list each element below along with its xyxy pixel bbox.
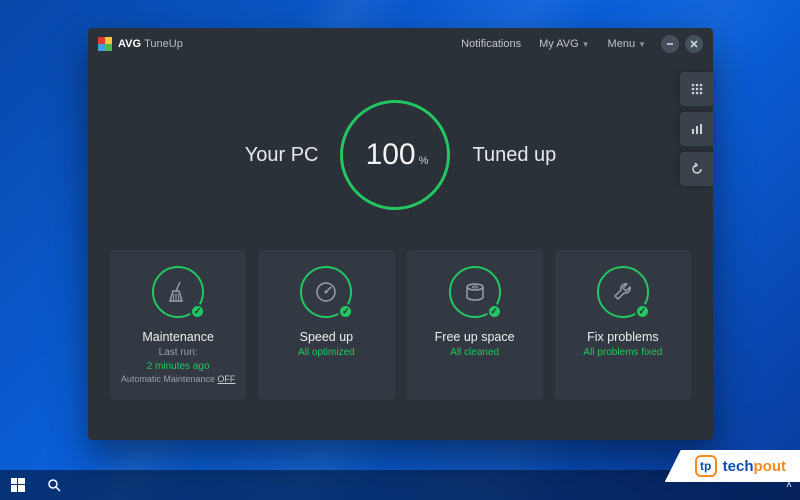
- rail-stats-button[interactable]: [680, 112, 714, 146]
- undo-icon: [690, 162, 704, 176]
- avg-logo-icon: [98, 37, 112, 51]
- my-avg-label: My AVG: [539, 38, 579, 50]
- card-title: Speed up: [300, 330, 354, 344]
- hero-left-text: Your PC: [245, 144, 319, 167]
- check-icon: ✓: [487, 304, 502, 319]
- gauge-icon: [313, 279, 339, 305]
- card-maintenance[interactable]: ✓ Maintenance Last run: 2 minutes ago Au…: [110, 250, 246, 400]
- main-menu[interactable]: Menu▼: [608, 38, 646, 50]
- auto-maintenance-toggle[interactable]: OFF: [217, 374, 235, 384]
- card-status-value: 2 minutes ago: [147, 361, 210, 372]
- wrench-icon: [610, 279, 636, 305]
- titlebar: AVG TuneUp Notifications My AVG▼ Menu▼: [88, 28, 713, 60]
- card-free-space[interactable]: ✓ Free up space All cleaned: [407, 250, 543, 400]
- card-title: Free up space: [435, 330, 515, 344]
- brand-strong: AVG: [118, 38, 141, 50]
- chevron-down-icon: ▼: [638, 40, 646, 49]
- card-status: All problems fixed: [583, 347, 662, 358]
- card-speed-up[interactable]: ✓ Speed up All optimized: [258, 250, 394, 400]
- brand-light: TuneUp: [144, 38, 183, 50]
- rail-history-button[interactable]: [680, 152, 714, 186]
- menu-label: Menu: [608, 38, 636, 50]
- hero-right-text: Tuned up: [472, 144, 556, 167]
- card-status-label: Last run:: [159, 347, 198, 358]
- progress-value: 100: [366, 138, 416, 172]
- minimize-button[interactable]: [661, 35, 679, 53]
- app-title: AVG TuneUp: [118, 38, 183, 50]
- notifications-link[interactable]: Notifications: [461, 38, 521, 50]
- progress-ring: 100 %: [340, 100, 450, 210]
- watermark-pout: pout: [754, 458, 786, 475]
- progress-unit: %: [419, 155, 429, 167]
- card-status: All optimized: [298, 347, 355, 358]
- disk-icon: [462, 279, 488, 305]
- check-icon: ✓: [338, 304, 353, 319]
- card-title: Fix problems: [587, 330, 659, 344]
- taskbar-search[interactable]: [36, 470, 72, 500]
- techpout-watermark: tp techpout: [665, 450, 800, 482]
- right-rail: [680, 72, 714, 186]
- techpout-text: techpout: [723, 458, 786, 475]
- broom-icon: [165, 279, 191, 305]
- hero-status: Your PC 100 % Tuned up: [88, 100, 713, 210]
- card-title: Maintenance: [142, 330, 214, 344]
- rail-apps-button[interactable]: [680, 72, 714, 106]
- start-button[interactable]: [0, 470, 36, 500]
- card-fix-problems[interactable]: ✓ Fix problems All problems fixed: [555, 250, 691, 400]
- card-subtext: Automatic Maintenance OFF: [121, 374, 236, 384]
- card-status: All cleaned: [450, 347, 499, 358]
- feature-cards: ✓ Maintenance Last run: 2 minutes ago Au…: [88, 250, 713, 400]
- freespace-icon-ring: ✓: [449, 266, 501, 318]
- windows-icon: [11, 478, 25, 492]
- watermark-tech: tech: [723, 458, 754, 475]
- check-icon: ✓: [635, 304, 650, 319]
- close-button[interactable]: [685, 35, 703, 53]
- search-icon: [47, 478, 61, 492]
- my-avg-menu[interactable]: My AVG▼: [539, 38, 589, 50]
- maintenance-icon-ring: ✓: [152, 266, 204, 318]
- speedup-icon-ring: ✓: [300, 266, 352, 318]
- bars-icon: [690, 122, 704, 136]
- auto-maint-label: Automatic Maintenance: [121, 374, 218, 384]
- taskbar-left: [0, 470, 72, 500]
- fix-icon-ring: ✓: [597, 266, 649, 318]
- techpout-logo-icon: tp: [695, 455, 717, 477]
- avg-tuneup-window: AVG TuneUp Notifications My AVG▼ Menu▼: [88, 28, 713, 440]
- check-icon: ✓: [190, 304, 205, 319]
- grid-icon: [690, 82, 704, 96]
- chevron-down-icon: ▼: [582, 40, 590, 49]
